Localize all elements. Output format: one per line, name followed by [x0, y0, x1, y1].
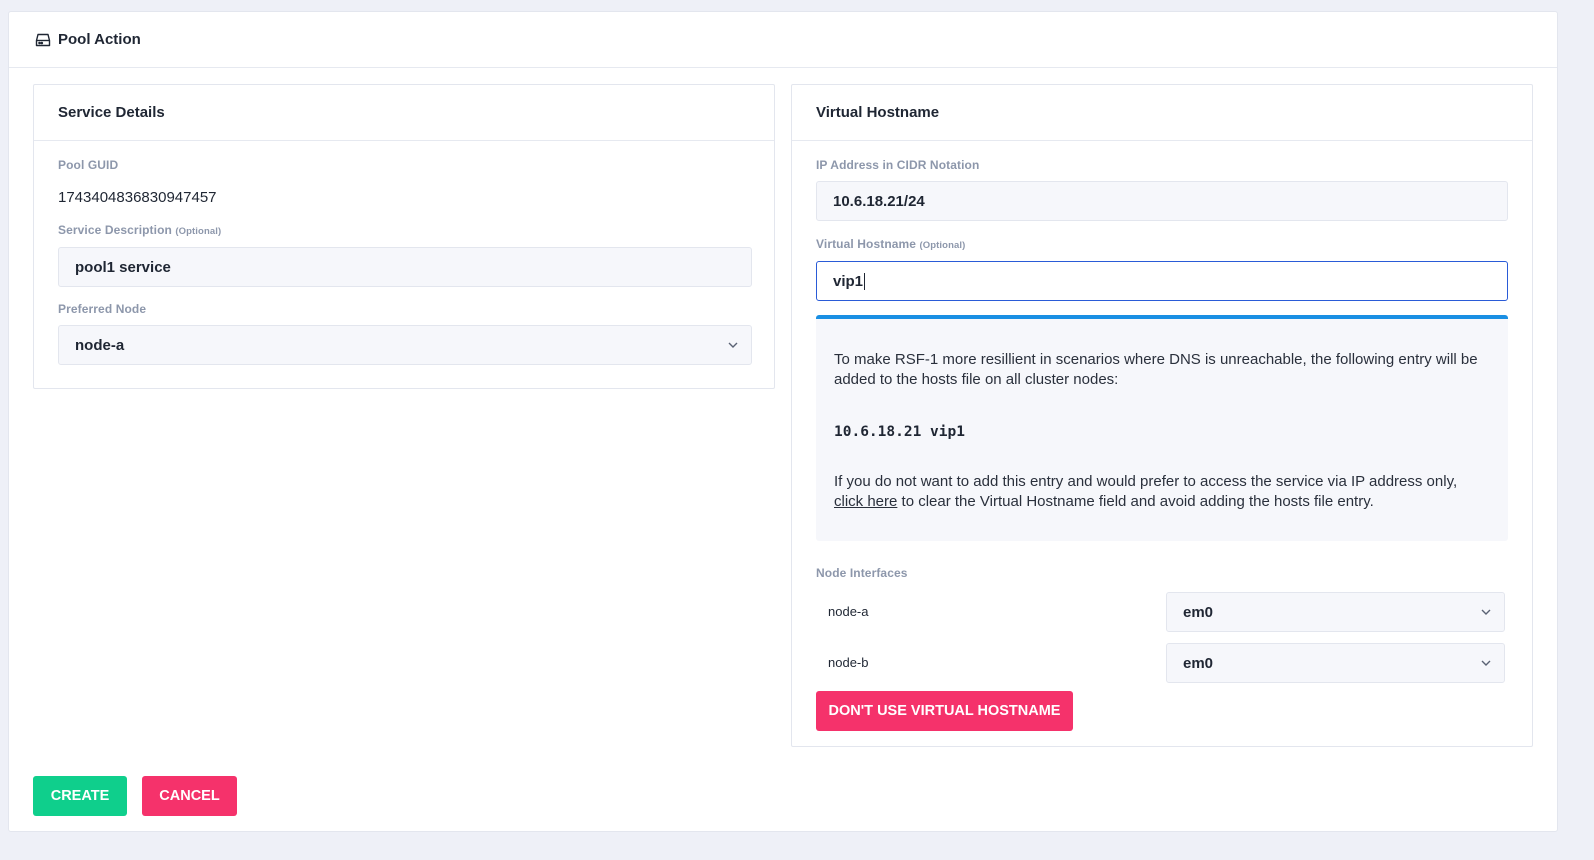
chevron-down-icon [1481, 660, 1491, 666]
optional-tag: (Optional) [175, 226, 222, 237]
service-description-input[interactable]: pool1 service [58, 247, 752, 287]
ip-address-input[interactable]: 10.6.18.21/24 [816, 181, 1508, 221]
pool-guid-value: 1743404836830947457 [58, 189, 217, 206]
interface-select-node-b[interactable]: em0 [1166, 643, 1505, 683]
preferred-node-select[interactable]: node-a [58, 325, 752, 365]
interface-select-node-a[interactable]: em0 [1166, 592, 1505, 632]
service-description-label: Service Description (Optional) [58, 223, 221, 237]
notice-text: To make RSF-1 more resillient in scenari… [834, 351, 1478, 388]
panel-header: Pool Action [9, 12, 1557, 68]
interface-row-node-a: node-a em0 [816, 592, 1508, 632]
node-interfaces-label: Node Interfaces [816, 566, 908, 580]
chevron-down-icon [728, 342, 738, 348]
virtual-hostname-label-text: Virtual Hostname [816, 237, 917, 251]
dont-use-virtual-hostname-button[interactable]: DON'T USE VIRTUAL HOSTNAME [816, 691, 1073, 731]
ip-address-label: IP Address in CIDR Notation [816, 158, 980, 172]
pool-guid-label: Pool GUID [58, 158, 119, 172]
notice-text-before-link: If you do not want to add this entry and… [834, 473, 1458, 490]
service-description-label-text: Service Description [58, 223, 172, 237]
virtual-hostname-value: vip1 [833, 272, 864, 290]
preferred-node-label: Preferred Node [58, 302, 147, 316]
interface-node-name: node-b [828, 655, 869, 670]
virtual-hostname-card: Virtual Hostname IP Address in CIDR Nota… [791, 84, 1533, 747]
pool-action-panel: Pool Action Service Details Pool GUID 17… [8, 11, 1558, 832]
virtual-hostname-input[interactable]: vip1 [816, 261, 1508, 301]
virtual-hostname-label: Virtual Hostname (Optional) [816, 237, 965, 251]
interface-value: em0 [1183, 654, 1214, 672]
create-button[interactable]: CREATE [33, 776, 127, 816]
hard-drive-icon [35, 32, 51, 48]
hosts-file-notice: To make RSF-1 more resillient in scenari… [816, 315, 1508, 541]
service-details-title: Service Details [34, 85, 774, 141]
notice-text-after-link: to clear the Virtual Hostname field and … [897, 493, 1374, 510]
interface-value: em0 [1183, 603, 1214, 621]
preferred-node-value: node-a [75, 336, 125, 354]
notice-clear-text: If you do not want to add this entry and… [834, 472, 1490, 512]
cancel-button[interactable]: CANCEL [142, 776, 237, 816]
service-description-value: pool1 service [75, 258, 171, 276]
optional-tag: (Optional) [919, 240, 966, 251]
service-details-card: Service Details Pool GUID 17434048368309… [33, 84, 775, 389]
virtual-hostname-title: Virtual Hostname [792, 85, 1532, 141]
chevron-down-icon [1481, 609, 1491, 615]
interface-row-node-b: node-b em0 [816, 643, 1508, 683]
page-title: Pool Action [58, 31, 141, 48]
click-here-link[interactable]: click here [834, 493, 897, 510]
hosts-entry: 10.6.18.21 vip1 [834, 424, 965, 440]
interface-node-name: node-a [828, 604, 869, 619]
text-cursor [864, 272, 866, 290]
ip-address-value: 10.6.18.21/24 [833, 192, 925, 210]
